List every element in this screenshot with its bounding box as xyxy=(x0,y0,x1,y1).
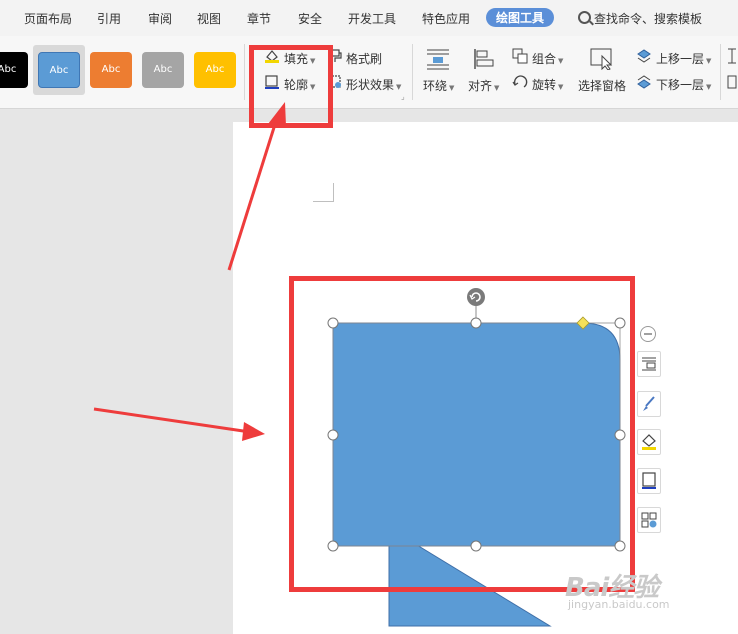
fill-bucket-icon xyxy=(642,434,656,450)
annotation-arrow-right-head xyxy=(242,422,265,441)
float-layout-options-button[interactable] xyxy=(637,351,661,377)
float-shape-style-button[interactable] xyxy=(637,391,661,417)
collapse-toolbar-icon[interactable] xyxy=(639,325,657,343)
watermark-url: jingyan.baidu.com xyxy=(568,598,670,611)
float-fill-button[interactable] xyxy=(637,429,661,455)
outline-icon xyxy=(642,472,656,489)
highlight-fill-outline-box xyxy=(249,45,333,128)
annotation-arrow-up xyxy=(227,117,279,271)
annotation-arrow-right xyxy=(93,407,251,434)
highlight-shape-box xyxy=(289,276,635,592)
float-more-options-button[interactable] xyxy=(637,507,661,533)
float-outline-button[interactable] xyxy=(637,468,661,494)
brush-icon xyxy=(643,396,655,411)
layout-options-icon xyxy=(642,357,656,371)
shape-settings-icon xyxy=(641,512,657,528)
